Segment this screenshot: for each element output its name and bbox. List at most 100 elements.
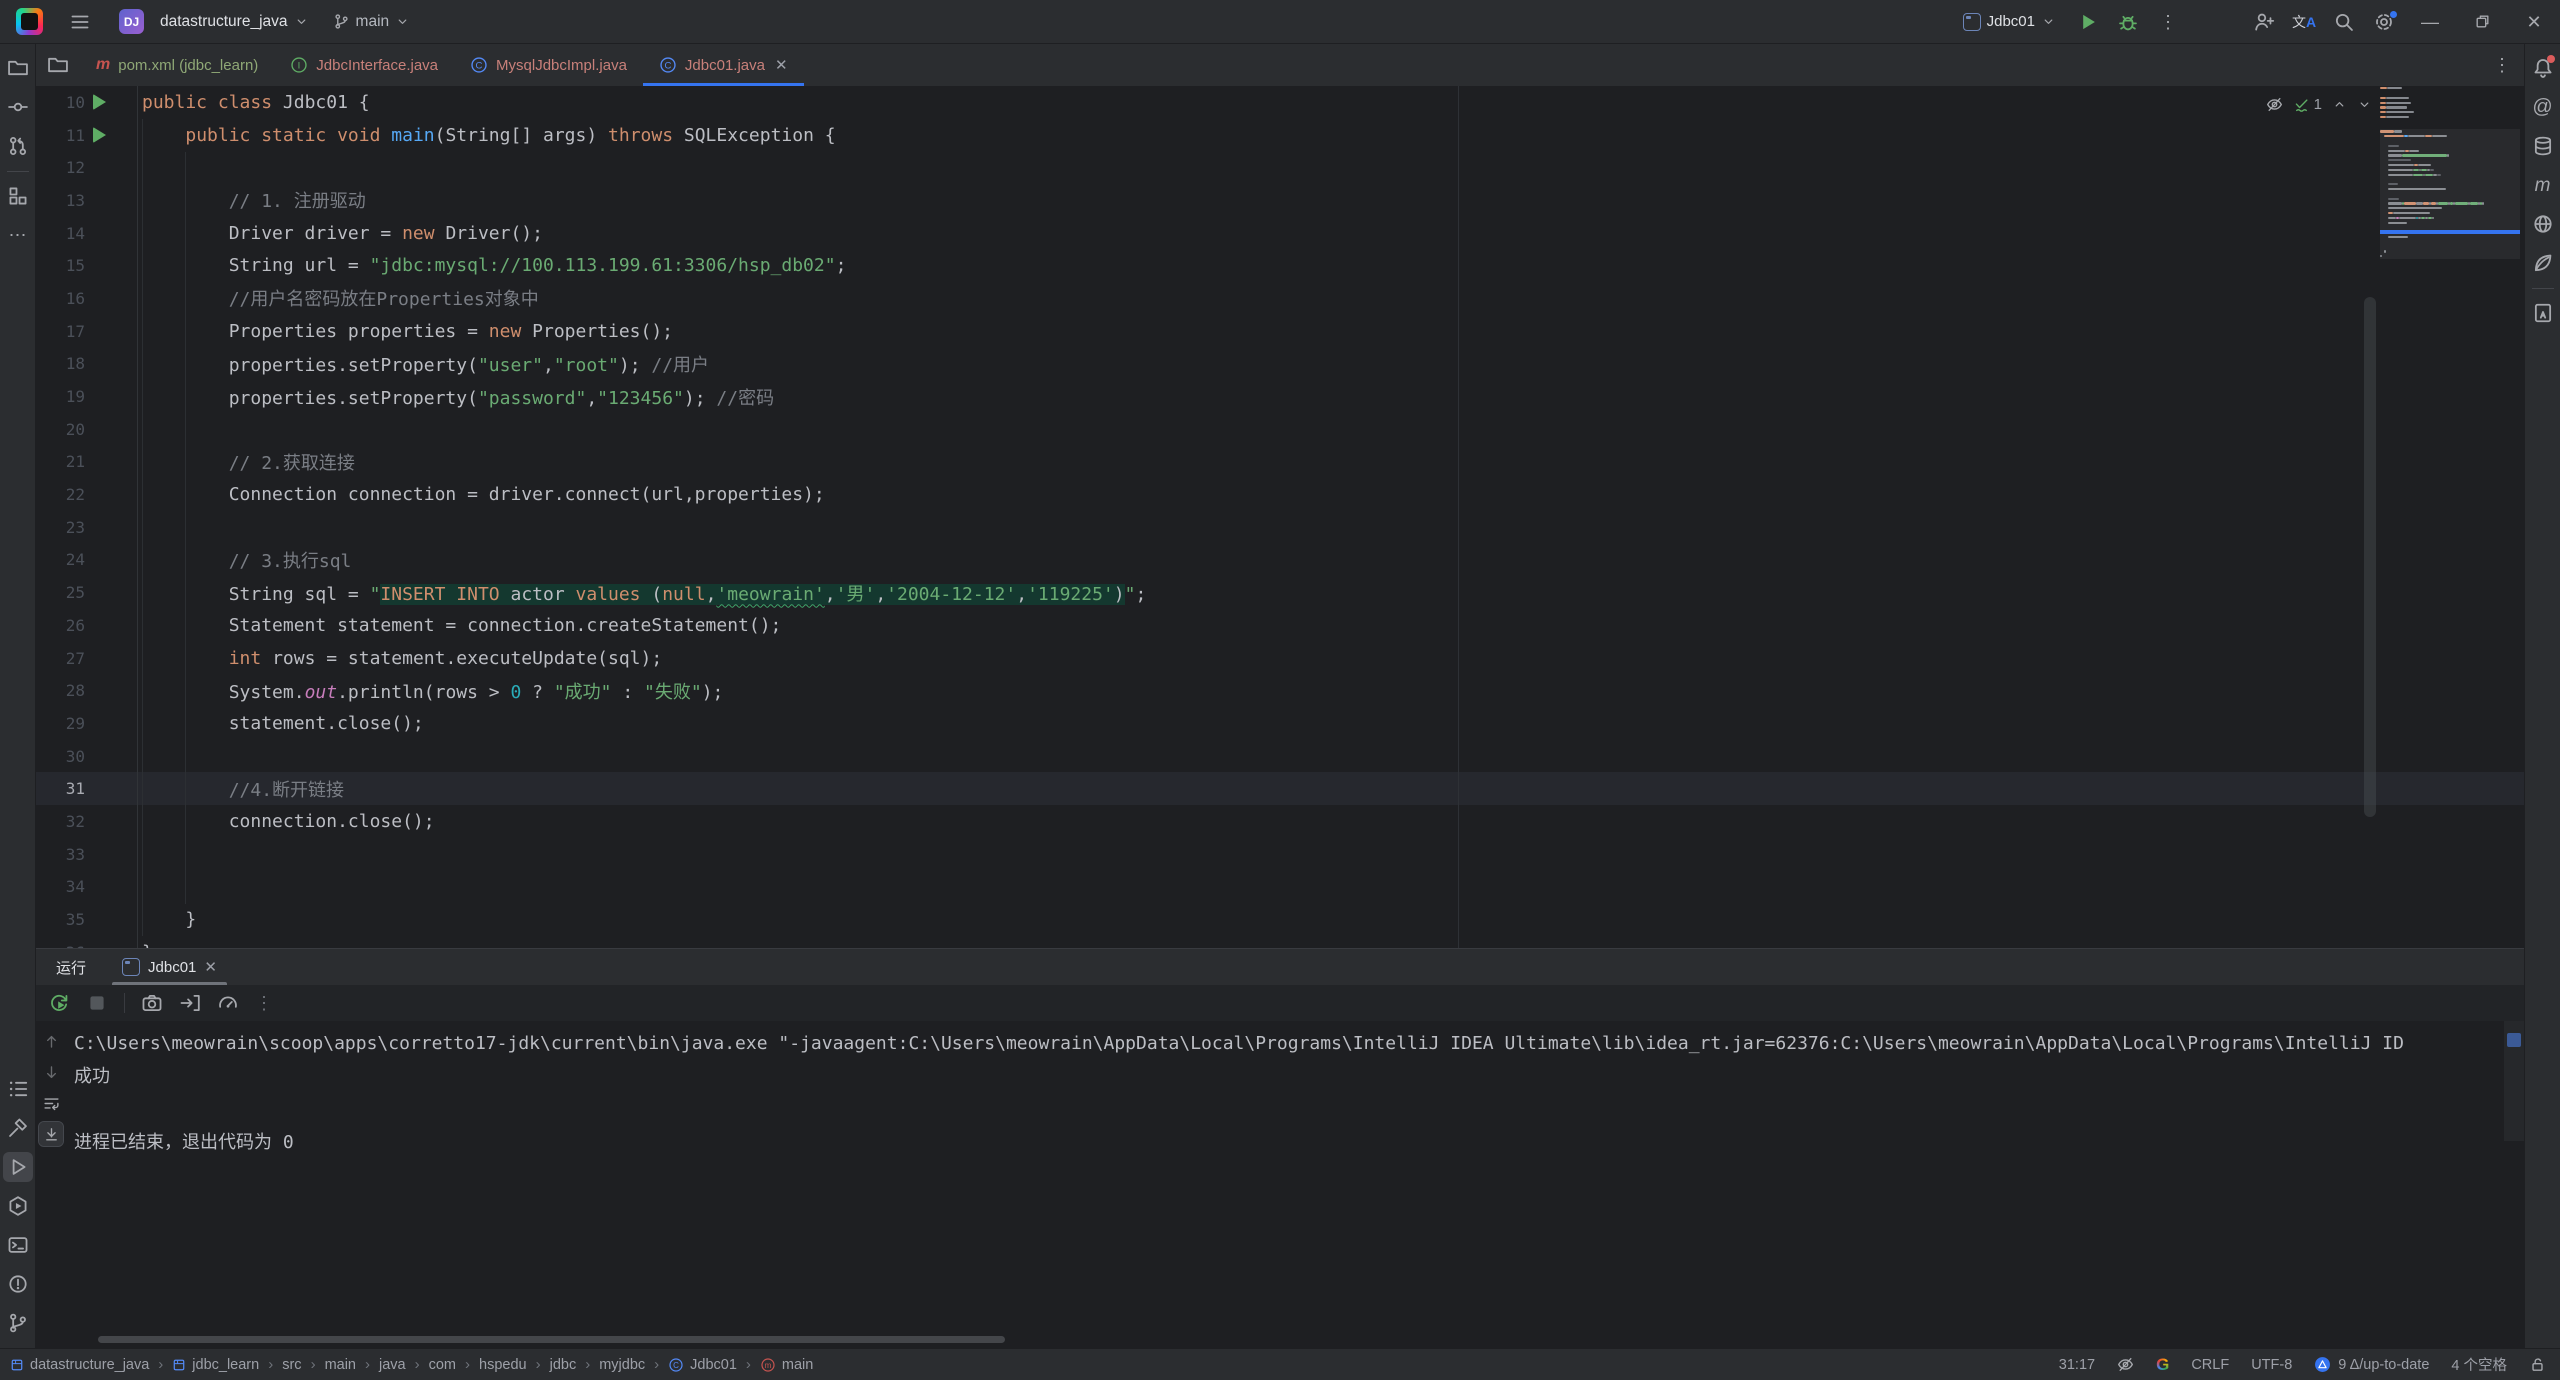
notifications-button[interactable] (2528, 53, 2558, 83)
breadcrumb-item-main[interactable]: mmain (760, 1357, 813, 1373)
settings-button[interactable] (2364, 5, 2404, 39)
editor-tab-pom-xml-jdbc-learn-[interactable]: mpom.xml (jdbc_learn) (80, 44, 274, 86)
terminal-tool-button[interactable] (3, 1230, 33, 1260)
translate-button[interactable]: 文A (2284, 5, 2324, 39)
lock-icon[interactable] (2529, 1356, 2546, 1373)
endpoints-tool-button[interactable] (2528, 209, 2558, 239)
structure-tool-button[interactable] (3, 181, 33, 211)
editor-vertical-scrollbar[interactable] (2364, 297, 2376, 817)
breadcrumb-item-jdbc01[interactable]: CJdbc01 (668, 1357, 737, 1373)
line-separator-indicator[interactable]: CRLF (2191, 1357, 2229, 1373)
code-line-18[interactable]: 18 properties.setProperty("user","root")… (36, 348, 2524, 381)
code-line-28[interactable]: 28 System.out.println(rows > 0 ? "成功" : … (36, 674, 2524, 707)
code-line-27[interactable]: 27 int rows = statement.executeUpdate(sq… (36, 642, 2524, 675)
google-translate-icon[interactable]: G (2156, 1355, 2169, 1375)
breadcrumb-item-com[interactable]: com (429, 1357, 456, 1373)
thread-dump-button[interactable] (141, 992, 163, 1014)
run-button[interactable] (2068, 5, 2108, 39)
services-tool-button[interactable] (3, 1191, 33, 1221)
code-line-35[interactable]: 35 } (36, 903, 2524, 936)
select-in-project-button[interactable] (36, 44, 80, 86)
profiler-button[interactable] (217, 992, 239, 1014)
code-line-22[interactable]: 22 Connection connection = driver.connec… (36, 478, 2524, 511)
dictionary-tool-button[interactable] (2528, 298, 2558, 328)
console-horizontal-scrollbar[interactable] (98, 1336, 1005, 1343)
run-gutter-icon[interactable] (85, 86, 138, 119)
code-line-16[interactable]: 16 //用户名密码放在Properties对象中 (36, 282, 2524, 315)
run-console-tab[interactable]: Jdbc01 ✕ (112, 949, 227, 985)
code-line-10[interactable]: 10public class Jdbc01 { (36, 86, 2524, 119)
code-line-32[interactable]: 32 connection.close(); (36, 805, 2524, 838)
code-line-34[interactable]: 34 (36, 871, 2524, 904)
next-problem-chevron-icon[interactable] (2357, 97, 2372, 112)
main-menu-button[interactable] (63, 5, 97, 39)
code-line-31[interactable]: 31 //4.断开链接 (36, 772, 2524, 805)
breadcrumb-item-main[interactable]: main (325, 1357, 356, 1373)
project-tool-button[interactable] (3, 53, 33, 83)
rerun-button[interactable] (48, 992, 70, 1014)
code-line-30[interactable]: 30 (36, 740, 2524, 773)
vcs-status-widget[interactable]: 9 Δ/up-to-date (2314, 1356, 2429, 1373)
search-everywhere-button[interactable] (2324, 5, 2364, 39)
code-line-15[interactable]: 15 String url = "jdbc:mysql://100.113.19… (36, 249, 2524, 282)
code-with-me-button[interactable] (2244, 5, 2284, 39)
todo-tool-button[interactable] (3, 1074, 33, 1104)
run-configuration-selector[interactable]: Jdbc01 (1955, 8, 2064, 36)
run-tool-button[interactable] (3, 1152, 33, 1182)
close-icon[interactable]: ✕ (204, 958, 217, 976)
branch-selector[interactable]: main (325, 8, 419, 36)
soft-wrap-button[interactable] (39, 1091, 63, 1115)
close-icon[interactable]: ✕ (775, 56, 788, 74)
more-actions-button[interactable]: ⋮ (2148, 5, 2188, 39)
code-line-14[interactable]: 14 Driver driver = new Driver(); (36, 217, 2524, 250)
code-line-26[interactable]: 26 Statement statement = connection.crea… (36, 609, 2524, 642)
code-line-19[interactable]: 19 properties.setProperty("password","12… (36, 380, 2524, 413)
code-editor[interactable]: 10public class Jdbc01 {11 public static … (36, 86, 2524, 948)
spring-tool-button[interactable] (2528, 248, 2558, 278)
breadcrumb-item-src[interactable]: src (282, 1357, 301, 1373)
ai-assistant-button[interactable]: @ (2528, 92, 2558, 122)
encoding-indicator[interactable]: UTF-8 (2251, 1357, 2292, 1373)
editor-tab-jdbcinterface-java[interactable]: IJdbcInterface.java (274, 44, 454, 86)
window-close-button[interactable]: ✕ (2508, 0, 2560, 43)
console-scrollbar-thumb[interactable] (2507, 1033, 2521, 1047)
code-line-13[interactable]: 13 // 1. 注册驱动 (36, 184, 2524, 217)
inspections-widget[interactable]: 1 (2266, 91, 2372, 117)
indent-indicator[interactable]: 4 个空格 (2451, 1354, 2507, 1375)
database-tool-button[interactable] (2528, 131, 2558, 161)
highlighting-eye-off-icon[interactable] (2266, 96, 2283, 113)
window-minimize-button[interactable]: — (2404, 0, 2456, 43)
breadcrumb-item-jdbc_learn[interactable]: jdbc_learn (172, 1357, 259, 1373)
highlighting-level-icon[interactable] (2117, 1356, 2134, 1373)
code-line-24[interactable]: 24 // 3.执行sql (36, 544, 2524, 577)
console-vertical-scrollbar[interactable] (2504, 1021, 2524, 1141)
code-line-36[interactable]: 36} (36, 936, 2524, 948)
breadcrumb-item-jdbc[interactable]: jdbc (550, 1357, 577, 1373)
code-line-21[interactable]: 21 // 2.获取连接 (36, 446, 2524, 479)
tab-options-button[interactable]: ⋮ (2480, 44, 2524, 86)
stop-button[interactable] (86, 992, 108, 1014)
editor-tab-jdbc01-java[interactable]: CJdbc01.java✕ (643, 44, 804, 86)
scroll-to-top-button[interactable] (39, 1029, 63, 1053)
code-line-17[interactable]: 17 Properties properties = new Propertie… (36, 315, 2524, 348)
code-line-29[interactable]: 29 statement.close(); (36, 707, 2524, 740)
code-line-11[interactable]: 11 public static void main(String[] args… (36, 119, 2524, 152)
breadcrumb-item-hspedu[interactable]: hspedu (479, 1357, 527, 1373)
attach-process-button[interactable] (179, 992, 201, 1014)
problems-tool-button[interactable] (3, 1269, 33, 1299)
console-output[interactable]: C:\Users\meowrain\scoop\apps\corretto17-… (66, 1021, 2524, 1348)
build-tool-button[interactable] (3, 1113, 33, 1143)
editor-tab-mysqljdbcimpl-java[interactable]: CMysqlJdbcImpl.java (454, 44, 643, 86)
prev-problem-chevron-icon[interactable] (2332, 97, 2347, 112)
more-tools-button[interactable]: ⋯ (3, 220, 33, 250)
breadcrumb-item-java[interactable]: java (379, 1357, 406, 1373)
code-line-33[interactable]: 33 (36, 838, 2524, 871)
run-gutter-icon[interactable] (85, 119, 138, 152)
maven-tool-button[interactable]: m (2528, 170, 2558, 200)
minimap[interactable] (2380, 86, 2520, 259)
git-tool-button[interactable] (3, 1308, 33, 1338)
code-line-23[interactable]: 23 (36, 511, 2524, 544)
project-selector[interactable]: datastructure_java (152, 8, 317, 36)
breadcrumb-item-myjdbc[interactable]: myjdbc (599, 1357, 645, 1373)
more-vert-icon[interactable]: ⋮ (255, 994, 273, 1012)
